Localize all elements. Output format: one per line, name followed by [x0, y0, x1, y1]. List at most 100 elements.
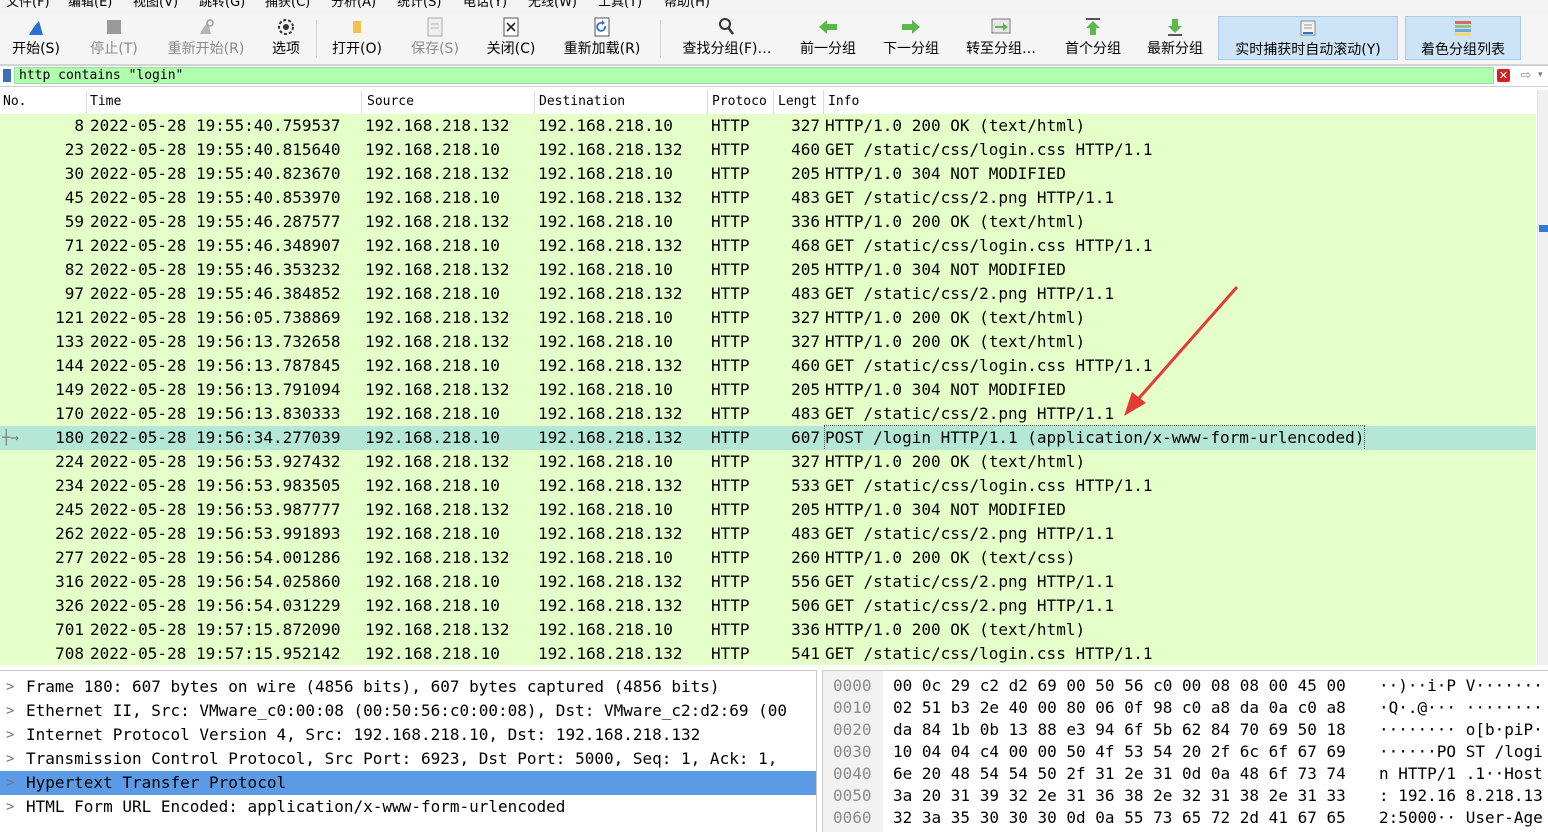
go-to-packet-button[interactable]: 转至分组…: [958, 14, 1044, 62]
packet-row[interactable]: 97 2022-05-28 19:55:46.384852 192.168.218.…: [0, 282, 1536, 306]
apply-filter-icon[interactable]: ⇨: [1515, 69, 1537, 82]
bytes-ascii[interactable]: n HTTP/1 .1··Host: [1379, 763, 1543, 785]
packet-row[interactable]: 45 2022-05-28 19:55:40.853970 192.168.218.…: [0, 186, 1536, 210]
close-file-button[interactable]: 关闭(C): [480, 14, 542, 62]
bytes-offset[interactable]: 0010: [833, 697, 872, 719]
column-header-info[interactable]: Info: [828, 94, 859, 109]
last-packet-button[interactable]: 最新分组: [1140, 14, 1210, 62]
bytes-hex[interactable]: 6e 20 48 54 54 50 2f 31 2e 31 0d 0a 48 6…: [893, 763, 1346, 785]
bytes-ascii[interactable]: ··)··i·P V·······: [1379, 675, 1543, 697]
start-capture-button[interactable]: 开始(S): [6, 14, 66, 62]
expand-chevron-icon[interactable]: >: [6, 723, 14, 747]
detail-tree-item[interactable]: > Frame 180: 607 bytes on wire (4856 bits…: [0, 675, 816, 699]
detail-tree-item[interactable]: > HTML Form URL Encoded: application/x-ww…: [0, 795, 816, 819]
bytes-ascii[interactable]: ········ o[b·piP·: [1379, 719, 1543, 741]
column-header-time[interactable]: Time: [90, 94, 121, 109]
bytes-offset[interactable]: 0020: [833, 719, 872, 741]
detail-tree-item[interactable]: > Hypertext Transfer Protocol: [0, 771, 816, 795]
packet-row[interactable]: 316 2022-05-28 19:56:54.025860 192.168.218…: [0, 570, 1536, 594]
detail-tree-item[interactable]: > Internet Protocol Version 4, Src: 192.1…: [0, 723, 816, 747]
column-header-destination[interactable]: Destination: [539, 94, 625, 109]
packet-row[interactable]: 30 2022-05-28 19:55:40.823670 192.168.218.…: [0, 162, 1536, 186]
menu-item[interactable]: 捕获(C): [265, 0, 310, 9]
bytes-offset[interactable]: 0000: [833, 675, 872, 697]
bytes-hex[interactable]: da 84 1b 0b 13 88 e3 94 6f 5b 62 84 70 6…: [893, 719, 1346, 741]
packet-row[interactable]: 71 2022-05-28 19:55:46.348907 192.168.218.…: [0, 234, 1536, 258]
stop-capture-button[interactable]: 停止(T): [82, 14, 146, 62]
bytes-ascii[interactable]: ·Q·.@··· ········: [1379, 697, 1543, 719]
menu-item[interactable]: 电话(Y): [463, 0, 507, 9]
column-divider[interactable]: [86, 90, 87, 114]
column-header-protocol[interactable]: Protoco: [712, 94, 767, 109]
previous-packet-button[interactable]: 前一分组: [794, 14, 862, 62]
packet-row[interactable]: 170 2022-05-28 19:56:13.830333 192.168.218…: [0, 402, 1536, 426]
find-packet-button[interactable]: 查找分组(F)…: [672, 14, 782, 62]
reload-file-button[interactable]: 重新加载(R): [556, 14, 648, 62]
packet-row[interactable]: 8 2022-05-28 19:55:40.759537 192.168.218.1…: [0, 114, 1536, 138]
packet-row[interactable]: 59 2022-05-28 19:55:46.287577 192.168.218.…: [0, 210, 1536, 234]
open-file-button[interactable]: 打开(O): [326, 14, 388, 62]
packet-row[interactable]: 121 2022-05-28 19:56:05.738869 192.168.218…: [0, 306, 1536, 330]
restart-capture-button[interactable]: 重新开始(R): [160, 14, 252, 62]
menu-item[interactable]: 跳转(G): [199, 0, 245, 9]
column-divider[interactable]: [534, 90, 535, 114]
packet-row[interactable]: 133 2022-05-28 19:56:13.732658 192.168.218…: [0, 330, 1536, 354]
bytes-ascii[interactable]: ······PO ST /logi: [1379, 741, 1543, 763]
column-header-no[interactable]: No.: [3, 94, 26, 109]
packet-list-scrollbar[interactable]: [1537, 90, 1548, 665]
packet-row[interactable]: 245 2022-05-28 19:56:53.987777 192.168.218…: [0, 498, 1536, 522]
bytes-offset[interactable]: 0050: [833, 785, 872, 807]
bytes-hex[interactable]: 32 3a 35 30 30 30 0d 0a 55 73 65 72 2d 4…: [893, 807, 1346, 829]
bytes-hex[interactable]: 00 0c 29 c2 d2 69 00 50 56 c0 00 08 08 0…: [893, 675, 1346, 697]
detail-tree-item[interactable]: > Transmission Control Protocol, Src Port…: [0, 747, 816, 771]
filter-dropdown-icon[interactable]: ▾: [1538, 69, 1543, 82]
expand-chevron-icon[interactable]: >: [6, 795, 14, 819]
menu-item[interactable]: 文件(F): [6, 0, 50, 9]
menu-item[interactable]: 编辑(E): [68, 0, 112, 9]
bytes-ascii[interactable]: 2:5000·· User-Age: [1379, 807, 1543, 829]
clear-filter-icon[interactable]: ✕: [1497, 69, 1510, 82]
bytes-offset[interactable]: 0030: [833, 741, 872, 763]
packet-row-selected[interactable]: ┼→ 180 2022-05-28 19:56:34.277039 192.168.2…: [0, 425, 1536, 451]
save-file-button[interactable]: 保存(S): [404, 14, 466, 62]
bytes-hex[interactable]: 10 04 04 c4 00 00 50 4f 53 54 20 2f 6c 6…: [893, 741, 1346, 763]
packet-row[interactable]: 277 2022-05-28 19:56:54.001286 192.168.218…: [0, 546, 1536, 570]
packet-row[interactable]: 149 2022-05-28 19:56:13.791094 192.168.218…: [0, 378, 1536, 402]
menu-item[interactable]: 分析(A): [331, 0, 376, 9]
menu-item[interactable]: 视图(V): [133, 0, 178, 9]
packet-row[interactable]: 82 2022-05-28 19:55:46.353232 192.168.218.…: [0, 258, 1536, 282]
capture-options-button[interactable]: 选项: [264, 14, 308, 62]
filter-bookmark-icon[interactable]: [3, 69, 11, 82]
packet-row[interactable]: 326 2022-05-28 19:56:54.031229 192.168.218…: [0, 594, 1536, 618]
auto-scroll-toggle[interactable]: 实时捕获时自动滚动(Y): [1218, 16, 1398, 60]
packet-row[interactable]: 262 2022-05-28 19:56:53.991893 192.168.218…: [0, 522, 1536, 546]
packet-row[interactable]: 224 2022-05-28 19:56:53.927432 192.168.218…: [0, 450, 1536, 474]
display-filter-input[interactable]: http contains "login": [14, 67, 1494, 84]
expand-chevron-icon[interactable]: >: [6, 675, 14, 699]
bytes-hex[interactable]: 02 51 b3 2e 40 00 80 06 0f 98 c0 a8 da 0…: [893, 697, 1346, 719]
menu-item[interactable]: 统计(S): [397, 0, 441, 9]
detail-tree-item[interactable]: > Ethernet II, Src: VMware_c0:00:08 (00:5…: [0, 699, 816, 723]
colorize-list-toggle[interactable]: 着色分组列表: [1405, 16, 1521, 60]
packet-row[interactable]: 144 2022-05-28 19:56:13.787845 192.168.218…: [0, 354, 1536, 378]
expand-chevron-icon[interactable]: >: [6, 747, 14, 771]
packet-row[interactable]: 708 2022-05-28 19:57:15.952142 192.168.218…: [0, 642, 1536, 665]
packet-row[interactable]: 23 2022-05-28 19:55:40.815640 192.168.218.…: [0, 138, 1536, 162]
next-packet-button[interactable]: 下一分组: [876, 14, 946, 62]
column-divider[interactable]: [773, 90, 774, 114]
first-packet-button[interactable]: 首个分组: [1058, 14, 1128, 62]
bytes-hex[interactable]: 3a 20 31 39 32 2e 31 36 38 2e 32 31 38 2…: [893, 785, 1346, 807]
menu-item[interactable]: 无线(W): [528, 0, 577, 9]
column-divider[interactable]: [707, 90, 708, 114]
packet-row[interactable]: 234 2022-05-28 19:56:53.983505 192.168.218…: [0, 474, 1536, 498]
bytes-ascii[interactable]: : 192.16 8.218.13: [1379, 785, 1543, 807]
expand-chevron-icon[interactable]: >: [6, 771, 14, 795]
menu-item[interactable]: 帮助(H): [664, 0, 710, 9]
bytes-offset[interactable]: 0060: [833, 807, 872, 829]
menu-item[interactable]: 工具(T): [598, 0, 642, 9]
column-divider[interactable]: [361, 90, 362, 114]
column-divider[interactable]: [823, 90, 824, 114]
column-header-source[interactable]: Source: [367, 94, 414, 109]
bytes-offset[interactable]: 0040: [833, 763, 872, 785]
expand-chevron-icon[interactable]: >: [6, 699, 14, 723]
